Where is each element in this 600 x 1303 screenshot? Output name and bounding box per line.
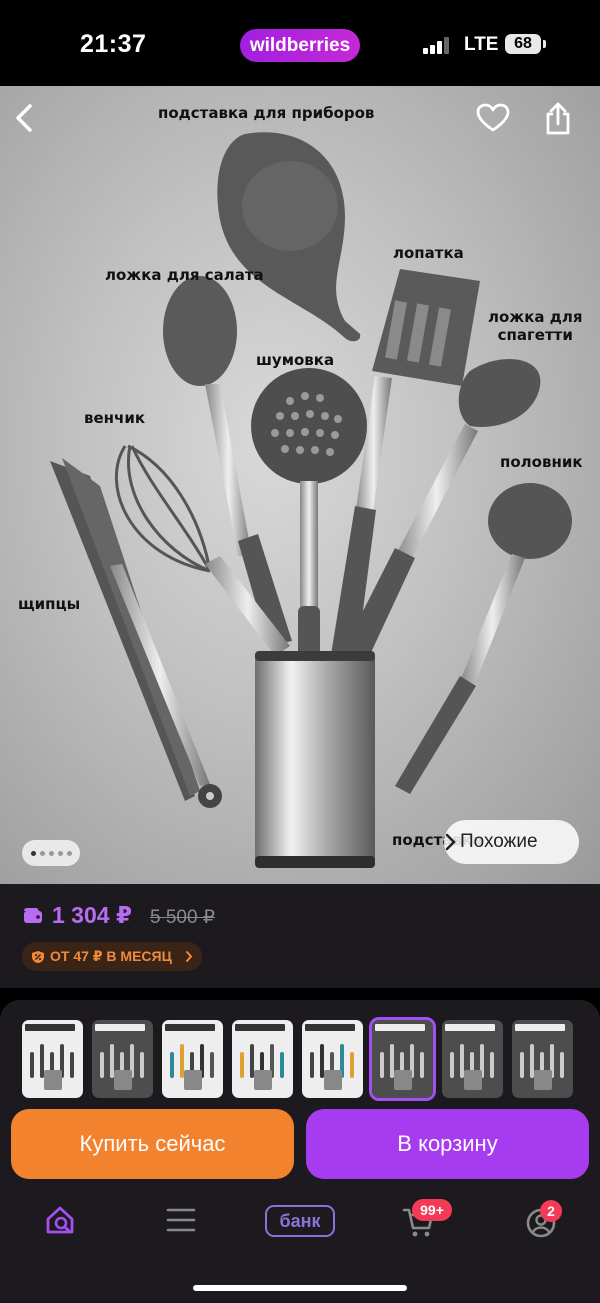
add-to-cart-button[interactable]: В корзину — [306, 1109, 589, 1179]
chevron-right-icon — [185, 951, 193, 962]
thumbnail-holder — [534, 1070, 552, 1090]
home-indicator[interactable] — [193, 1285, 407, 1291]
thumbnail-holder — [184, 1070, 202, 1090]
thumbnail-title-bar — [165, 1024, 215, 1031]
installment-text: ОТ 47 ₽ В МЕСЯЦ — [50, 948, 172, 964]
thumbnail-strip[interactable] — [22, 1017, 573, 1101]
gallery-dot — [57, 850, 63, 856]
thumbnail-title-bar — [95, 1024, 145, 1031]
nav-home[interactable] — [44, 1203, 78, 1242]
share-button[interactable] — [543, 102, 587, 146]
back-button[interactable] — [13, 103, 57, 147]
thumbnail-title-bar — [445, 1024, 495, 1031]
label-tongs: щипцы — [18, 595, 81, 613]
label-spatula: лопатка — [393, 244, 464, 262]
bottom-nav: банк 99+ 2 — [0, 1195, 600, 1255]
label-stand-top: подставка для приборов — [158, 104, 375, 122]
clock: 21:37 — [80, 30, 147, 58]
buy-now-button[interactable]: Купить сейчас — [11, 1109, 294, 1179]
bank-label: банк — [265, 1205, 335, 1237]
network-type: LTE — [464, 34, 499, 55]
product-image[interactable]: подставка для приборов ложка для салата … — [0, 86, 600, 884]
wallet-icon — [24, 908, 42, 923]
thumbnail-holder — [324, 1070, 342, 1090]
product-thumbnail[interactable] — [512, 1020, 573, 1098]
utensils-illustration — [50, 132, 572, 868]
thumbnail-holder — [394, 1070, 412, 1090]
brand-pill: wildberries — [240, 29, 360, 62]
price-section: 1 304 ₽ 5 500 ₽ ОТ 47 ₽ В МЕСЯЦ — [0, 884, 600, 988]
product-thumbnail[interactable] — [232, 1020, 293, 1098]
thumbnail-holder — [114, 1070, 132, 1090]
thumbnail-title-bar — [235, 1024, 285, 1031]
chevron-left-icon — [16, 104, 32, 132]
thumbnail-title-bar — [25, 1024, 75, 1031]
current-price: 1 304 ₽ — [52, 902, 132, 928]
thumbnail-title-bar — [305, 1024, 355, 1031]
label-skimmer: шумовка — [256, 351, 335, 369]
thumbnail-holder — [464, 1070, 482, 1090]
label-ladle: половник — [500, 453, 583, 471]
bottom-panel: Купить сейчас В корзину банк 99+ 2 — [0, 1000, 600, 1303]
old-price: 5 500 ₽ — [150, 907, 215, 928]
percent-shield-icon — [32, 951, 44, 963]
cart-badge: 99+ — [412, 1199, 452, 1221]
status-bar: 21:37 wildberries LTE 68 — [0, 0, 600, 86]
product-thumbnail[interactable] — [302, 1020, 363, 1098]
profile-badge: 2 — [540, 1200, 562, 1222]
signal-icon — [423, 36, 453, 54]
gallery-dots — [22, 840, 80, 866]
heart-icon — [476, 103, 510, 132]
menu-icon — [166, 1208, 196, 1232]
thumbnail-holder — [44, 1070, 62, 1090]
gallery-dot — [30, 850, 36, 856]
nav-catalog[interactable] — [166, 1207, 196, 1238]
installment-badge[interactable]: ОТ 47 ₽ В МЕСЯЦ — [22, 942, 202, 971]
chevron-right-icon — [445, 833, 456, 851]
battery-icon: 68 — [505, 34, 541, 54]
gallery-dot — [39, 850, 45, 856]
product-thumbnail[interactable] — [162, 1020, 223, 1098]
label-salad-spoon: ложка для салата — [105, 266, 264, 284]
thumbnail-holder — [254, 1070, 272, 1090]
product-thumbnail[interactable] — [442, 1020, 503, 1098]
favorite-button[interactable] — [476, 103, 520, 147]
nav-bank[interactable]: банк — [265, 1205, 335, 1237]
battery-tip — [543, 40, 546, 48]
label-spaghetti-spoon: ложка для спагетти — [488, 308, 583, 344]
gallery-dot — [66, 850, 72, 856]
thumbnail-title-bar — [375, 1024, 425, 1031]
similar-button[interactable]: Похожие — [444, 820, 579, 864]
label-whisk: венчик — [84, 409, 146, 427]
home-search-icon — [46, 1206, 74, 1234]
product-thumbnail[interactable] — [22, 1020, 83, 1098]
similar-label: Похожие — [460, 831, 538, 852]
product-thumbnail[interactable] — [369, 1017, 436, 1101]
thumbnail-title-bar — [515, 1024, 565, 1031]
gallery-dot — [48, 850, 54, 856]
share-icon — [546, 102, 570, 135]
product-thumbnail[interactable] — [92, 1020, 153, 1098]
